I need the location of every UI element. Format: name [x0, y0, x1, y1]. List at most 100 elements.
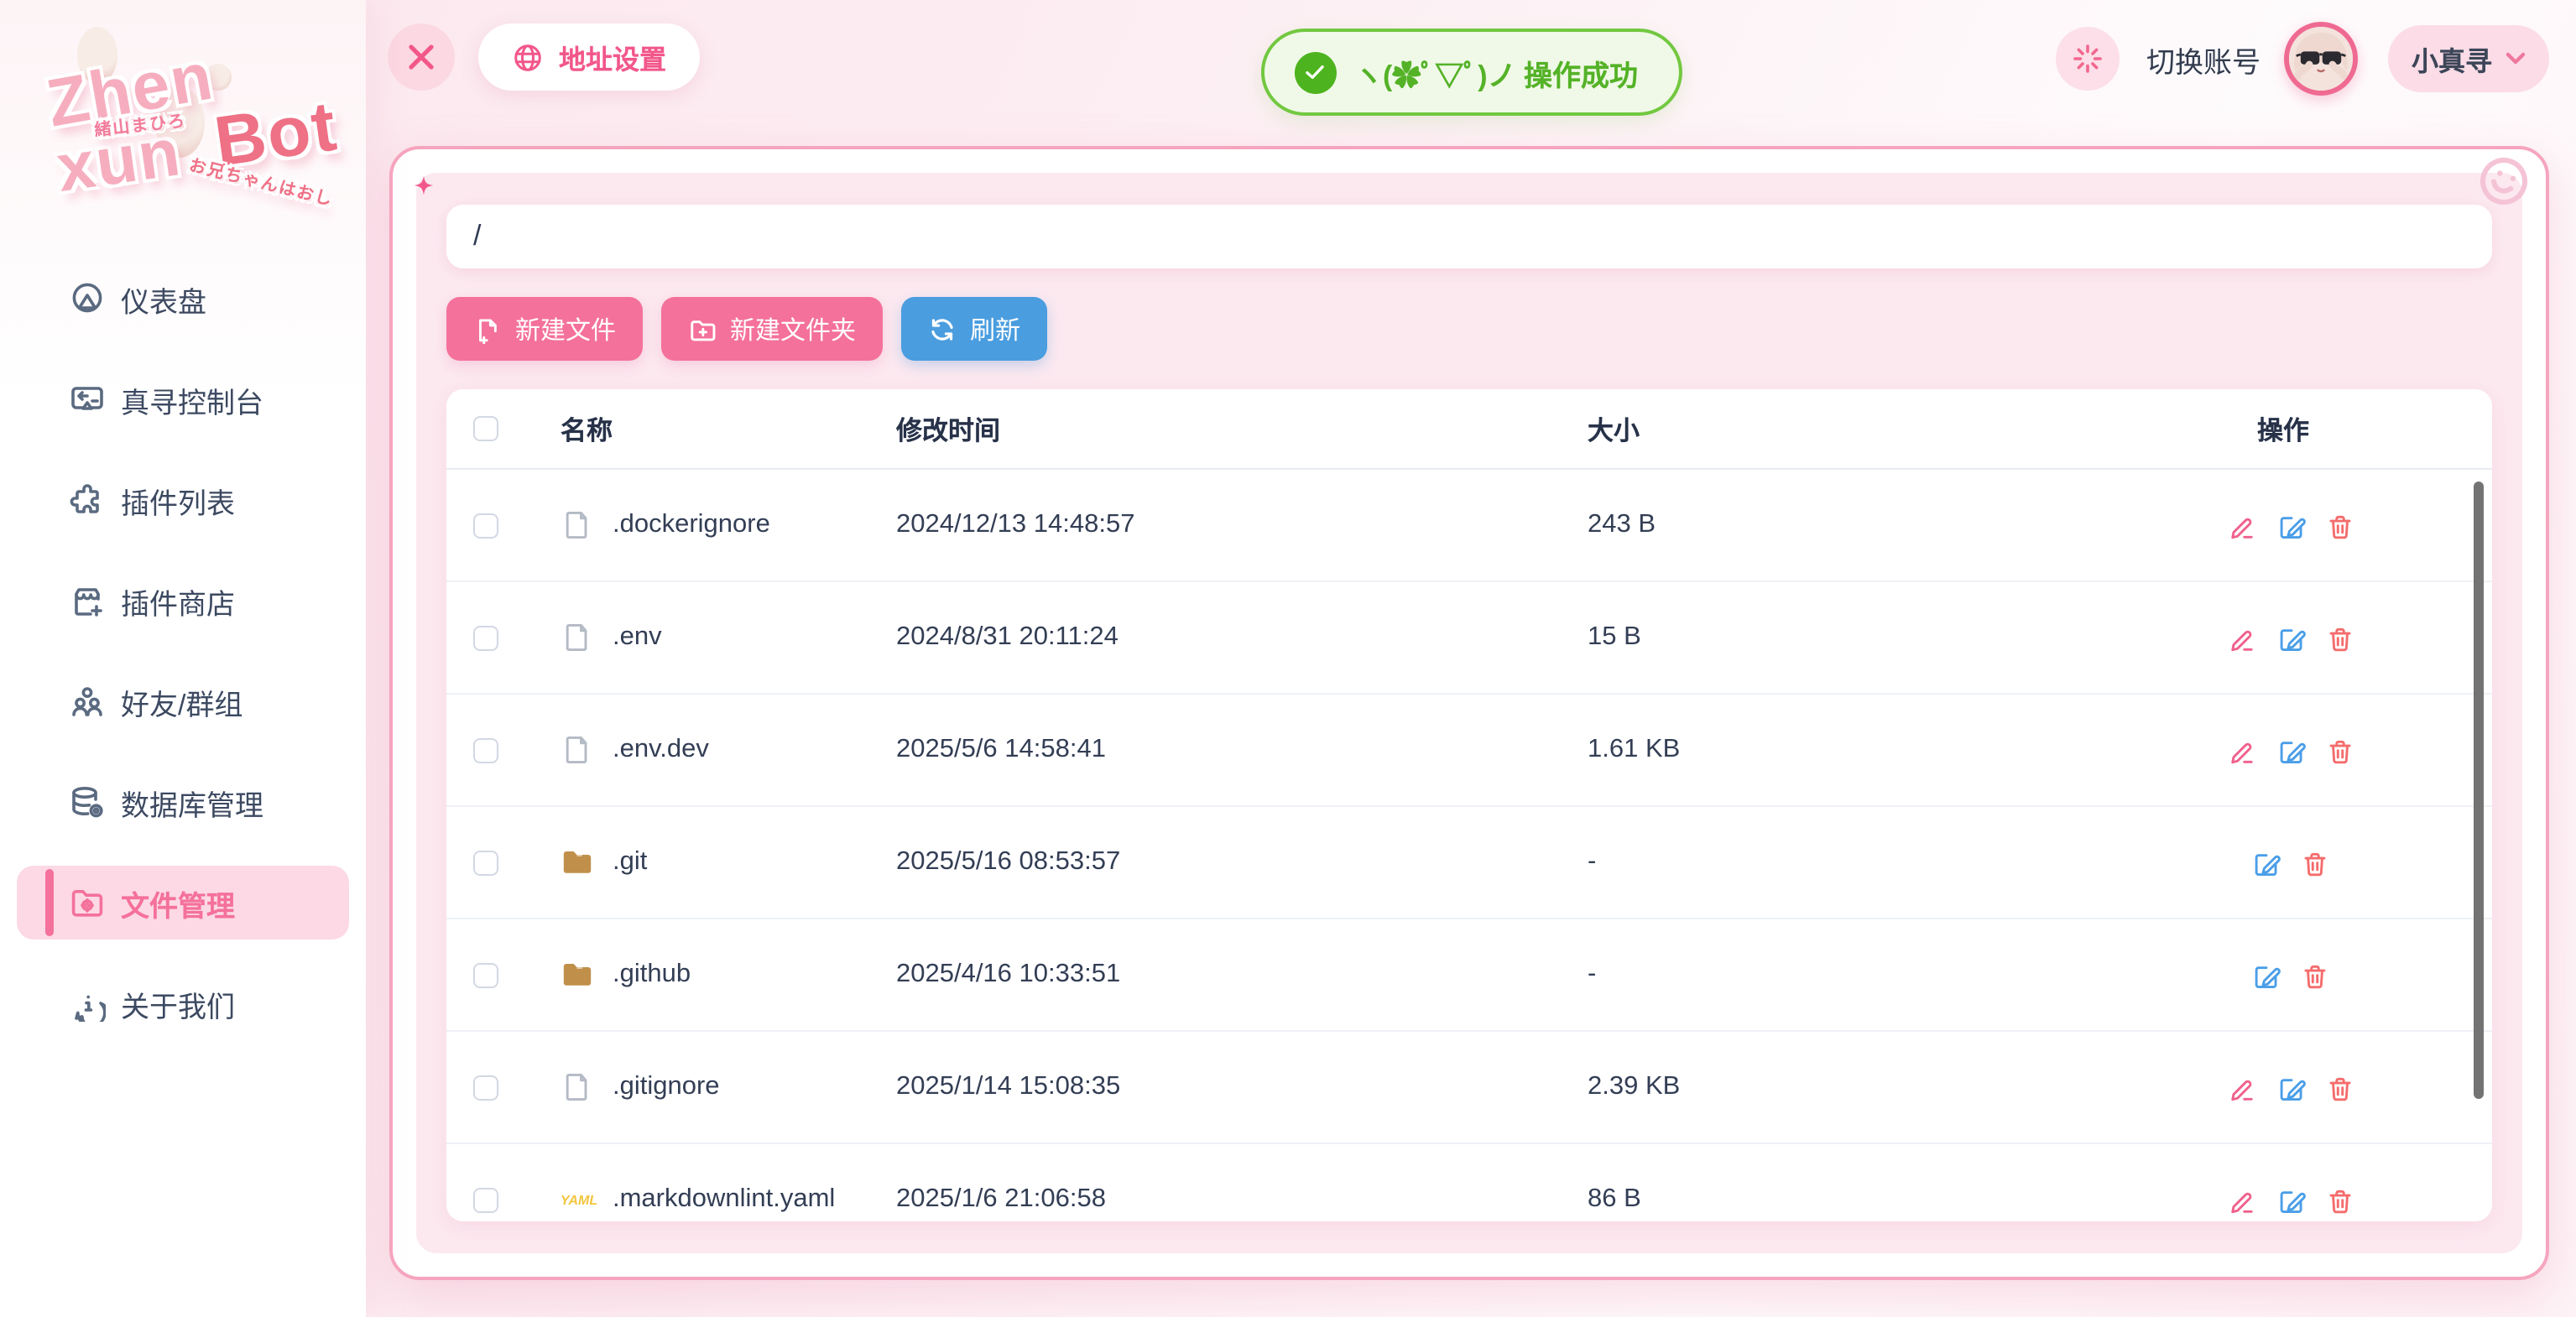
refresh-button[interactable]: 刷新: [901, 297, 1047, 361]
sidebar-item-label: 真寻控制台: [121, 378, 263, 420]
delete-icon[interactable]: [2301, 848, 2329, 877]
modified-time: 2025/1/6 21:06:58: [896, 1184, 1588, 1215]
modified-time: 2025/1/14 15:08:35: [896, 1072, 1588, 1102]
close-button[interactable]: [388, 23, 455, 91]
path-input[interactable]: [446, 205, 2492, 268]
file-name: .markdownlint.yaml: [613, 1184, 835, 1215]
puzzle-icon: [69, 482, 106, 518]
sparkle-burst-icon: [2071, 42, 2104, 75]
database-icon: [69, 783, 106, 820]
table-row: .env.dev 2025/5/6 14:58:41 1.61 KB: [446, 695, 2492, 807]
sidebar-item-console[interactable]: 真寻控制台: [17, 362, 349, 436]
refresh-icon: [928, 315, 957, 343]
row-checkbox[interactable]: [473, 850, 498, 875]
file-size: 243 B: [1588, 510, 2210, 540]
delete-icon[interactable]: [2325, 736, 2354, 764]
rename-icon[interactable]: [2228, 1185, 2256, 1214]
sidebar-item-label: 好友/群组: [121, 680, 242, 722]
refresh-label: 刷新: [970, 311, 1020, 346]
avatar[interactable]: [2284, 22, 2358, 96]
file-table: 名称 修改时间 大小 操作 .dockerignore 2024/12/13 1…: [446, 389, 2492, 1221]
switch-account-label[interactable]: 切换账号: [2146, 38, 2261, 80]
file-icon: [561, 733, 594, 767]
delete-icon[interactable]: [2301, 960, 2329, 989]
delete-icon[interactable]: [2325, 1073, 2354, 1101]
file-size: 1.61 KB: [1588, 735, 2210, 765]
new-folder-label: 新建文件夹: [730, 311, 856, 346]
success-toast: ヽ(✿ﾟ▽ﾟ)ノ 操作成功: [1260, 29, 1682, 116]
file-name: .gitignore: [613, 1072, 720, 1102]
folder-name: .github: [613, 960, 691, 990]
file-size: 2.39 KB: [1588, 1072, 2210, 1102]
modified-time: 2025/4/16 10:33:51: [896, 960, 1588, 990]
folder-gear-icon: [69, 884, 106, 921]
file-plus-icon: [473, 315, 502, 343]
column-header-actions: 操作: [2210, 410, 2492, 447]
select-all-checkbox[interactable]: [473, 416, 498, 441]
folder-icon: [561, 958, 594, 992]
edit-icon[interactable]: [2276, 1073, 2305, 1101]
file-size: 15 B: [1588, 622, 2210, 653]
column-header-name: 名称: [540, 410, 896, 447]
edit-icon[interactable]: [2276, 736, 2305, 764]
new-file-button[interactable]: 新建文件: [446, 297, 643, 361]
delete-icon[interactable]: [2325, 623, 2354, 652]
delete-icon[interactable]: [2325, 511, 2354, 539]
sidebar-item-label: 插件列表: [121, 479, 235, 521]
sparkle-icon: [408, 169, 440, 201]
edit-icon[interactable]: [2252, 960, 2281, 989]
rename-icon[interactable]: [2228, 1073, 2256, 1101]
edit-icon[interactable]: [2276, 1185, 2305, 1214]
sidebar-item-plugin-store[interactable]: 插件商店: [17, 564, 349, 638]
sidebar-item-file-manager[interactable]: 文件管理: [17, 866, 349, 940]
row-checkbox[interactable]: [473, 962, 498, 987]
rename-icon[interactable]: [2228, 736, 2256, 764]
rename-icon[interactable]: [2228, 511, 2256, 539]
sidebar-item-database[interactable]: 数据库管理: [17, 765, 349, 839]
people-icon: [69, 683, 106, 720]
row-checkbox[interactable]: [473, 625, 498, 650]
row-checkbox[interactable]: [473, 1187, 498, 1212]
sidebar-item-plugin-list[interactable]: 插件列表: [17, 463, 349, 537]
address-settings-button[interactable]: 地址设置: [478, 23, 700, 91]
file-size: -: [1588, 960, 2210, 990]
chevron-down-icon: [2506, 52, 2526, 65]
file-name: .env.dev: [613, 735, 709, 765]
row-checkbox[interactable]: [473, 513, 498, 538]
new-folder-button[interactable]: 新建文件夹: [661, 297, 883, 361]
scrollbar-thumb[interactable]: [2474, 482, 2484, 1099]
table-row: .github 2025/4/16 10:33:51 -: [446, 919, 2492, 1032]
row-checkbox[interactable]: [473, 1075, 498, 1100]
console-icon: [69, 381, 106, 418]
folder-plus-icon: [688, 315, 717, 343]
modified-time: 2025/5/16 08:53:57: [896, 847, 1588, 877]
close-icon: [404, 40, 438, 74]
edit-icon[interactable]: [2252, 848, 2281, 877]
folder-icon: [561, 846, 594, 879]
row-checkbox[interactable]: [473, 737, 498, 763]
sidebar-item-label: 仪表盘: [121, 278, 206, 320]
store-icon: [69, 582, 106, 619]
edit-icon[interactable]: [2276, 511, 2305, 539]
content-panel: 新建文件 新建文件夹 刷新 名称 修改时间: [389, 146, 2549, 1280]
toolbar: 新建文件 新建文件夹 刷新: [446, 297, 2492, 361]
sidebar: Zhen xun Bot 緒山まひろ お兄ちゃんはおし 仪表盘 真寻控制台 插件…: [0, 0, 366, 1317]
modified-time: 2024/8/31 20:11:24: [896, 622, 1588, 653]
account-name: 小真寻: [2412, 39, 2492, 79]
file-icon: [561, 1070, 594, 1104]
sidebar-item-about[interactable]: 关于我们: [17, 966, 349, 1040]
sidebar-item-dashboard[interactable]: 仪表盘: [17, 262, 349, 336]
file-name: .env: [613, 622, 662, 653]
avatar-image: [2289, 27, 2353, 91]
edit-icon[interactable]: [2276, 623, 2305, 652]
sidebar-nav: 仪表盘 真寻控制台 插件列表 插件商店 好友/群组 数据库管理: [0, 262, 366, 1067]
rename-icon[interactable]: [2228, 623, 2256, 652]
sidebar-item-friends-groups[interactable]: 好友/群组: [17, 664, 349, 738]
delete-icon[interactable]: [2325, 1185, 2354, 1214]
table-row: .dockerignore 2024/12/13 14:48:57 243 B: [446, 470, 2492, 582]
toast-message: ヽ(✿ﾟ▽ﾟ)ノ 操作成功: [1354, 51, 1638, 93]
modified-time: 2024/12/13 14:48:57: [896, 510, 1588, 540]
column-header-modified: 修改时间: [896, 410, 1588, 447]
switch-account-button[interactable]: [2056, 27, 2120, 91]
account-name-dropdown[interactable]: 小真寻: [2388, 25, 2549, 92]
